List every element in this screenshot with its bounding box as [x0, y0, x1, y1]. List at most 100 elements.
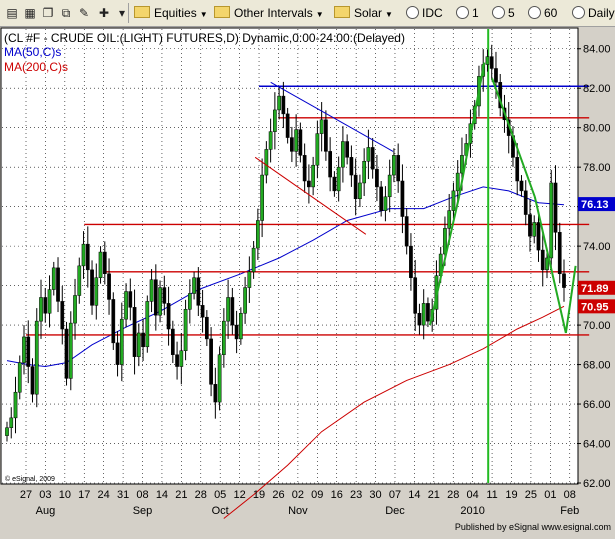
- y-tick-label: 70.00: [583, 320, 611, 332]
- x-day-label: 31: [117, 489, 129, 501]
- candle-body: [549, 182, 554, 259]
- candle-body: [243, 287, 247, 314]
- x-day-label: 24: [98, 489, 110, 501]
- candle-body: [494, 68, 498, 83]
- candle: [111, 292, 116, 350]
- candle-body: [260, 174, 264, 221]
- radio-icon: [406, 6, 419, 19]
- candle-body: [43, 297, 48, 314]
- copy-icon[interactable]: ❐: [40, 5, 56, 21]
- footer-credit: Published by eSignal www.esignal.com: [455, 522, 611, 532]
- candle-body: [332, 176, 337, 192]
- y-tick-label: 66.00: [583, 399, 611, 411]
- x-day-label: 08: [564, 489, 576, 501]
- add-icon[interactable]: ✚: [96, 5, 112, 21]
- candle-body: [136, 332, 141, 357]
- candle-body: [277, 95, 281, 111]
- candle-body: [226, 297, 230, 322]
- candle: [64, 321, 69, 386]
- x-day-label: 21: [428, 489, 440, 501]
- candle-body: [166, 303, 171, 330]
- x-day-label: 10: [59, 489, 71, 501]
- candle-body: [111, 299, 116, 344]
- candle-body: [370, 147, 375, 170]
- interval-daily[interactable]: Daily: [572, 5, 615, 21]
- candle-body: [400, 180, 405, 217]
- candle-body: [273, 109, 277, 132]
- candle-body: [73, 295, 77, 324]
- x-day-label: 12: [233, 489, 245, 501]
- candle-body: [302, 155, 307, 182]
- candle-body: [239, 312, 243, 340]
- x-day-label: 17: [78, 489, 90, 501]
- candle-body: [328, 151, 332, 178]
- interval-idc-label: IDC: [422, 6, 443, 20]
- candle-body: [200, 305, 205, 318]
- price-marker-label: 76.13: [581, 199, 609, 211]
- candle-body: [98, 251, 103, 278]
- candle-body: [68, 322, 73, 379]
- candle-body: [536, 222, 541, 251]
- candle-body: [379, 186, 384, 211]
- candle-body: [268, 131, 273, 150]
- duplicate-icon[interactable]: ⧉: [58, 5, 74, 21]
- candle-body: [451, 190, 456, 211]
- candle-body: [5, 427, 9, 436]
- y-tick-label: 64.00: [583, 439, 611, 451]
- candle-body: [141, 332, 145, 348]
- x-day-label: 11: [486, 489, 497, 501]
- candle-body: [553, 182, 558, 233]
- candle-body: [170, 328, 175, 355]
- x-month-label: Dec: [385, 505, 405, 517]
- menu-equities[interactable]: Equities ▼: [134, 5, 208, 21]
- candle-body: [392, 155, 396, 176]
- menu-solar[interactable]: Solar ▼: [334, 5, 393, 21]
- x-day-label: 26: [272, 489, 284, 501]
- candle-body: [247, 271, 252, 288]
- x-day-label: 27: [20, 489, 32, 501]
- candle-body: [217, 354, 222, 403]
- candle-body: [341, 141, 345, 168]
- interval-5[interactable]: 5: [492, 5, 515, 21]
- x-day-label: 28: [447, 489, 459, 501]
- candle-body: [345, 141, 350, 158]
- candle-body: [290, 137, 294, 152]
- price-chart[interactable]: 62.0064.0066.0068.0070.0072.0074.0076.00…: [0, 27, 615, 534]
- candle-body: [221, 320, 226, 355]
- chart-icon[interactable]: ▤: [4, 5, 20, 21]
- candle-body: [545, 257, 549, 271]
- x-day-label: 14: [408, 489, 420, 501]
- interval-1[interactable]: 1: [456, 5, 479, 21]
- folder-icon: [214, 6, 230, 18]
- grid-icon[interactable]: ▦: [22, 5, 38, 21]
- candle-body: [455, 172, 460, 192]
- price-marker-label: 70.95: [581, 301, 609, 313]
- interval-idc[interactable]: IDC: [406, 5, 443, 21]
- ma200-legend: MA(200,C)s: [4, 60, 68, 74]
- edit-icon[interactable]: ✎: [76, 5, 92, 21]
- y-tick-label: 62.00: [583, 478, 611, 490]
- menu-other-intervals-label: Other Intervals: [234, 6, 313, 20]
- x-day-label: 30: [369, 489, 381, 501]
- candle-body: [387, 174, 392, 198]
- candle-body: [128, 291, 133, 308]
- candle-body: [426, 303, 430, 322]
- menu-other-intervals[interactable]: Other Intervals ▼: [214, 5, 324, 21]
- candle-body: [115, 342, 120, 365]
- candle-body: [515, 157, 520, 182]
- candle-body: [90, 269, 94, 306]
- candle-body: [353, 174, 358, 200]
- candle-body: [196, 277, 201, 306]
- interval-60[interactable]: 60: [528, 5, 557, 21]
- candle-body: [85, 243, 90, 271]
- candle-body: [22, 336, 26, 363]
- candle-body: [107, 273, 111, 300]
- x-month-label: Aug: [36, 505, 56, 517]
- candle-body: [34, 320, 39, 395]
- candle-body: [149, 279, 154, 302]
- candle-body: [358, 182, 362, 200]
- candle-body: [396, 155, 401, 182]
- candle-body: [51, 267, 56, 290]
- x-month-label: Feb: [560, 505, 579, 517]
- candle-body: [528, 214, 532, 237]
